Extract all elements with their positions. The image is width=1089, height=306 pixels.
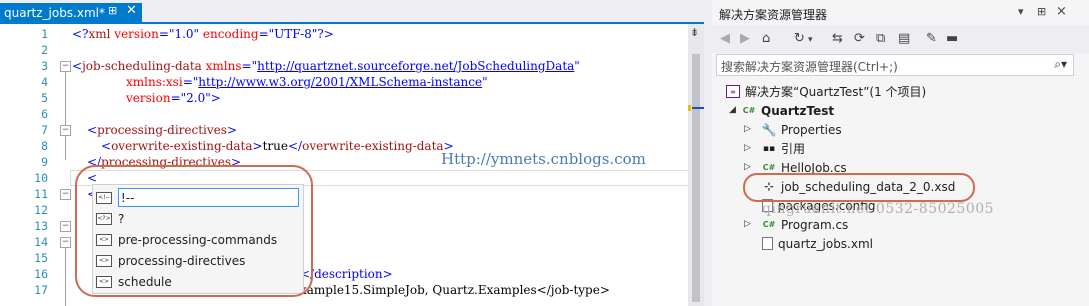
- scrollbar-thumb[interactable]: [692, 54, 700, 302]
- tab-title: quartz_jobs.xml*: [4, 5, 105, 20]
- tab-quartz-jobs-xml[interactable]: quartz_jobs.xml* ⊞ ✕: [0, 3, 142, 22]
- tree-item-project[interactable]: C# QuartzTest: [742, 101, 834, 120]
- line-number: 1: [41, 27, 48, 41]
- panel-divider[interactable]: [704, 0, 712, 306]
- refresh-icon[interactable]: ⟳: [854, 31, 865, 46]
- line-number: 2: [41, 43, 48, 57]
- forward-icon[interactable]: ▶: [740, 31, 750, 46]
- explorer-toolbar: ◀ ▶ ⌂ ↻ ▾ ⇆ ⟳ ⧉ ▤ ✎ ▬: [712, 25, 1089, 53]
- xml-file-icon: [762, 237, 773, 250]
- fold-guide: [65, 72, 66, 128]
- properties-icon[interactable]: ✎: [926, 31, 937, 46]
- tree-item-program[interactable]: C# Program.cs: [762, 215, 849, 234]
- preview-icon[interactable]: ▬: [946, 31, 958, 46]
- pin-icon[interactable]: ⊞: [1037, 5, 1046, 18]
- highlight-oval: [743, 173, 975, 202]
- home-icon[interactable]: ⌂: [762, 31, 770, 46]
- collapse-icon[interactable]: −: [60, 221, 71, 232]
- close-icon[interactable]: ×: [1056, 4, 1067, 19]
- blog-watermark: Http://ymnets.cnblogs.com: [441, 150, 646, 168]
- line-number: 16: [34, 267, 48, 281]
- line-number: 7: [41, 123, 48, 137]
- code-editor[interactable]: 1 2 3 4 5 6 7 8 9 10 11 12 13 14 15 16 1…: [0, 24, 704, 306]
- dropdown-icon[interactable]: ▾: [1018, 5, 1024, 18]
- search-placeholder: 搜索解决方案资源管理器(Ctrl+;): [721, 60, 898, 74]
- line-number: 3: [41, 59, 48, 73]
- tree-item-quartz-jobs[interactable]: quartz_jobs.xml: [762, 234, 873, 253]
- tree-item-properties[interactable]: 🔧 Properties: [762, 120, 842, 139]
- code-line-8: <overwrite-existing-data>true</overwrite…: [101, 139, 454, 153]
- line-number: 9: [41, 155, 48, 169]
- collapse-icon[interactable]: −: [60, 189, 71, 200]
- history-icon[interactable]: ↻: [794, 31, 805, 46]
- explorer-search-input[interactable]: 搜索解决方案资源管理器(Ctrl+;) ⌕▾: [716, 54, 1074, 76]
- collapsed-arrow-icon[interactable]: ▷: [744, 143, 751, 153]
- editor-scrollbar[interactable]: ⇟: [688, 24, 704, 306]
- tree-item-references[interactable]: ▪▪ 引用: [762, 139, 805, 158]
- wrench-icon: 🔧: [761, 122, 777, 137]
- line-number: 13: [34, 219, 48, 233]
- solution-icon: ∞: [726, 85, 740, 98]
- code-line-5: version="2.0">: [126, 91, 221, 105]
- line-number: 5: [41, 91, 48, 105]
- line-number: 12: [34, 203, 48, 217]
- references-icon: ▪▪: [762, 143, 776, 154]
- panel-title: 解决方案资源管理器: [719, 8, 828, 22]
- code-line-1: <?xml version="1.0" encoding="UTF-8"?>: [72, 27, 334, 41]
- code-line-4: xmlns:xsi="http://www.w3.org/2001/XMLSch…: [126, 75, 488, 89]
- split-icon[interactable]: ⇟: [690, 26, 699, 39]
- collapsed-arrow-icon[interactable]: ▷: [744, 124, 751, 134]
- site-watermark: qingruanit.net 0532-85025005: [762, 201, 995, 217]
- line-number: 4: [41, 75, 48, 89]
- line-number: 14: [34, 235, 48, 249]
- code-line-16: </description>: [300, 267, 393, 281]
- line-number-gutter: 1 2 3 4 5 6 7 8 9 10 11 12 13 14 15 16 1…: [0, 24, 58, 306]
- fold-guide: [65, 136, 66, 160]
- collapsed-arrow-icon[interactable]: ▷: [744, 162, 751, 172]
- tree-item-solution[interactable]: ∞ 解决方案“QuartzTest”(1 个项目): [726, 82, 926, 101]
- chevron-down-icon[interactable]: ▾: [808, 35, 813, 45]
- editor-tab-bar: quartz_jobs.xml* ⊞ ✕: [0, 0, 704, 22]
- line-number: 8: [41, 139, 48, 153]
- line-number: 6: [41, 107, 48, 121]
- change-marker: [688, 105, 691, 111]
- sync-icon[interactable]: ⇆: [832, 31, 843, 46]
- line-number: 10: [34, 171, 48, 185]
- pin-icon[interactable]: ⊞: [108, 4, 117, 17]
- search-icon[interactable]: ⌕▾: [1054, 57, 1067, 72]
- collapse-icon[interactable]: −: [60, 61, 71, 72]
- close-icon[interactable]: ✕: [126, 3, 137, 18]
- collapse-icon[interactable]: −: [60, 237, 71, 248]
- line-number: 17: [34, 283, 48, 297]
- code-line-7: <processing-directives>: [87, 123, 237, 137]
- line-number: 15: [34, 251, 48, 265]
- code-line-3: <job-scheduling-data xmlns="http://quart…: [72, 59, 580, 73]
- collapsed-arrow-icon[interactable]: ▷: [744, 219, 751, 229]
- highlight-oval: [75, 165, 313, 297]
- code-line-17: xample15.SimpleJob, Quartz.Examples</job…: [300, 283, 610, 297]
- collapse-icon[interactable]: −: [60, 125, 71, 136]
- collapse-all-icon[interactable]: ⧉: [876, 31, 885, 46]
- expanded-arrow-icon[interactable]: ◢: [729, 105, 736, 115]
- csharp-icon: C#: [762, 220, 776, 229]
- csharp-project-icon: C#: [742, 106, 756, 115]
- line-number: 11: [34, 187, 48, 201]
- fold-guide: [65, 248, 66, 306]
- solution-explorer: 解决方案资源管理器 ▾ ⊞ × ◀ ▶ ⌂ ↻ ▾ ⇆ ⟳ ⧉ ▤ ✎ ▬ 搜索…: [712, 0, 1089, 306]
- show-all-files-icon[interactable]: ▤: [898, 31, 910, 46]
- back-icon[interactable]: ◀: [720, 31, 730, 46]
